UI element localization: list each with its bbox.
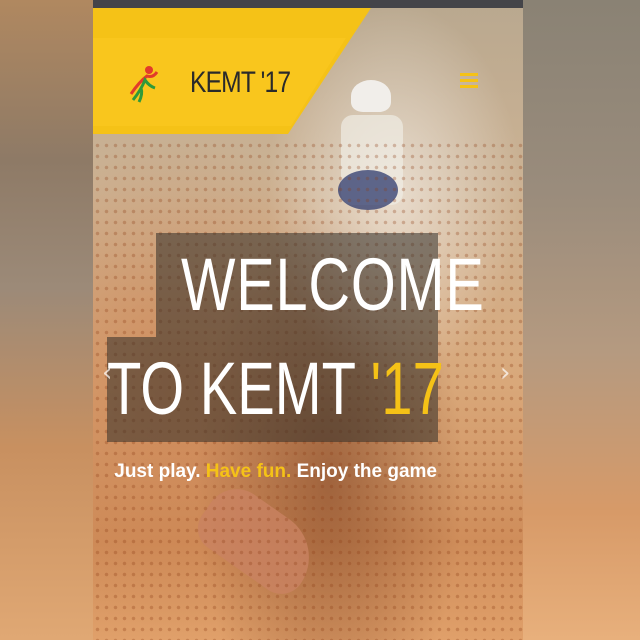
- tagline-part2: Enjoy the game: [296, 461, 437, 482]
- brand-year: '17: [260, 66, 291, 99]
- blurred-background-right: [523, 0, 640, 640]
- blurred-background-left: [0, 0, 93, 640]
- tagline-accent: Have fun.: [205, 461, 292, 482]
- hero-tagline: Just play. Have fun. Enjoy the game: [107, 459, 437, 484]
- phone-screen: KEMT '17 WELCOME TO KEMT '17 ‹ › Just pl…: [93, 0, 523, 640]
- chevron-left-icon[interactable]: ‹: [102, 358, 112, 388]
- hero-title-year: '17: [370, 347, 444, 430]
- status-bar: [93, 0, 523, 8]
- hamburger-icon[interactable]: [460, 73, 478, 89]
- logo-icon[interactable]: [127, 64, 161, 104]
- hero-title-line2-text: TO KEMT: [107, 347, 355, 430]
- brand-name: KEMT: [190, 66, 255, 99]
- chevron-right-icon[interactable]: ›: [500, 358, 510, 388]
- hero-title-line2: TO KEMT '17: [107, 352, 444, 426]
- tagline-part1: Just play.: [114, 461, 201, 482]
- brand-title[interactable]: KEMT '17: [190, 66, 291, 100]
- hero-title-line1: WELCOME: [181, 243, 485, 326]
